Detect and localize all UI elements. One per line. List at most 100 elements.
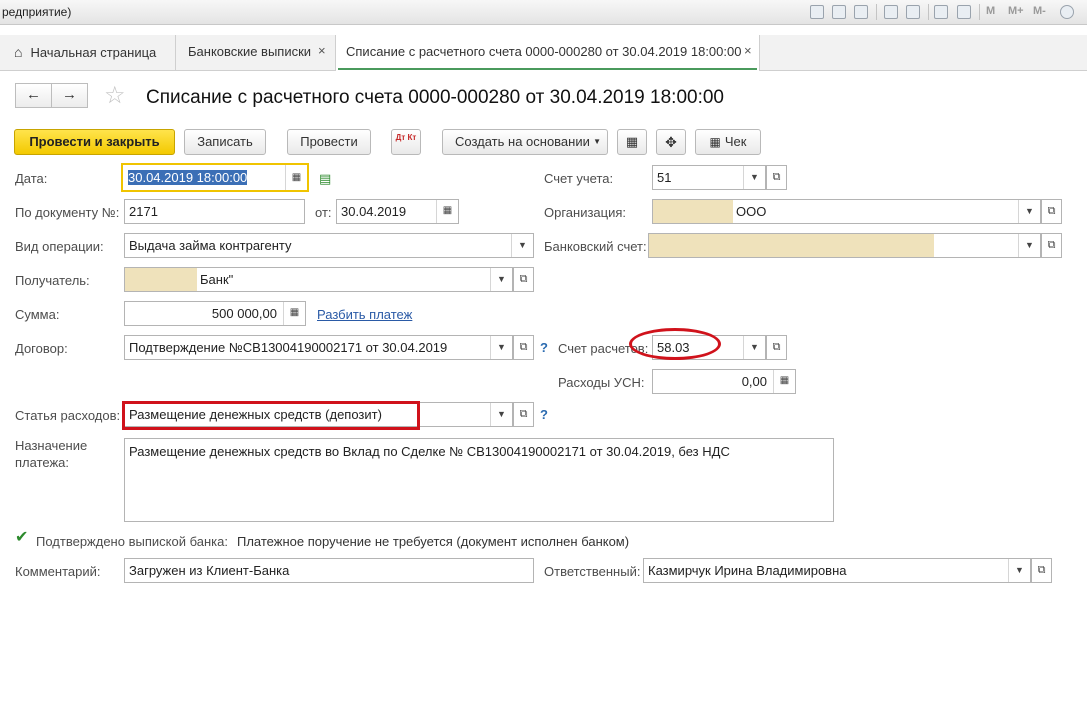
print-icon[interactable] [832,5,846,19]
post-and-close-button[interactable]: Провести и закрыть [14,129,175,155]
favorite-star-icon[interactable]: ☆ [104,84,126,108]
account-select[interactable]: 51 ▼ [652,165,766,190]
contract-label: Договор: [15,341,68,356]
purpose-label-line1: Назначение [15,438,88,453]
zoom-icon[interactable] [1060,5,1074,19]
chevron-down-icon[interactable]: ▼ [743,166,765,189]
tab-current-document[interactable]: Списание с расчетного счета 0000-000280 … [336,35,760,71]
calendar-icon[interactable]: ▦ [436,200,458,223]
open-bank-account-button[interactable]: ⧉ [1041,233,1062,258]
tab-bank-statements-label: Банковские выписки [188,44,312,59]
chevron-down-icon[interactable]: ▼ [1008,559,1030,582]
chevron-down-icon[interactable]: ▼ [1018,234,1040,257]
close-icon[interactable]: × [744,43,752,58]
chevron-down-icon[interactable]: ▼ [490,403,512,426]
usn-expense-field[interactable]: 0,00 ▦ [652,369,796,394]
account-value: 51 [657,170,672,185]
responsible-select[interactable]: Казмирчук Ирина Владимировна ▼ [643,558,1031,583]
date-field[interactable]: 30.04.2019 18:00:00 ▦ [121,163,309,192]
confirmed-checkbox[interactable]: ✔ [15,530,30,546]
chevron-down-icon[interactable]: ▼ [1018,200,1040,223]
open-org-button[interactable]: ⧉ [1041,199,1062,224]
close-icon[interactable]: × [318,43,326,58]
open-recipient-button[interactable]: ⧉ [513,267,534,292]
confirmed-label: Подтверждено выпиской банка: [36,534,228,549]
calendar-icon[interactable]: ▦ [285,165,307,190]
doc-date-value: 30.04.2019 [341,204,407,219]
confirmed-note: Платежное поручение не требуется (докуме… [237,534,630,549]
window-titlebar: редприятие) M M+ M- [0,0,1087,25]
memory-minus[interactable]: M- [1033,5,1046,17]
structure-icon[interactable]: ▦ [617,129,647,155]
open-settlement-account-button[interactable]: ⧉ [766,335,787,360]
memory-plus[interactable]: M+ [1008,5,1024,17]
tab-home[interactable]: ⌂ Начальная страница [0,35,176,70]
export-icon[interactable] [906,5,920,19]
tab-bank-statements[interactable]: Банковские выписки × [176,35,336,70]
date-note-icon[interactable]: ▤ [319,171,331,187]
open-account-button[interactable]: ⧉ [766,165,787,190]
org-label: Организация: [544,205,627,220]
comment-field[interactable]: Загружен из Клиент-Банка [124,558,534,583]
create-based-on-button[interactable]: Создать на основании ▼ [442,129,608,155]
chevron-down-icon[interactable]: ▼ [511,234,533,257]
chevron-down-icon[interactable]: ▼ [490,336,512,359]
tab-home-label: Начальная страница [30,45,157,60]
responsible-label: Ответственный: [544,564,641,579]
contract-help-icon[interactable]: ? [540,340,548,355]
attach-icon[interactable] [884,5,898,19]
receipt-button[interactable]: ▦ Чек [695,129,761,155]
split-payment-link[interactable]: Разбить платеж [317,307,412,322]
bank-account-label: Банковский счет: [544,239,647,254]
recipient-value: Банк" [200,272,234,287]
open-responsible-button[interactable]: ⧉ [1031,558,1052,583]
doc-date-field[interactable]: 30.04.2019 ▦ [336,199,459,224]
open-contract-button[interactable]: ⧉ [513,335,534,360]
comment-label: Комментарий: [15,564,101,579]
sum-value: 500 000,00 [211,306,277,321]
expense-help-icon[interactable]: ? [540,407,548,422]
account-label: Счет учета: [544,171,614,186]
paperclip-icon[interactable]: ✥ [656,129,686,155]
chevron-down-icon[interactable]: ▼ [743,336,765,359]
calculator-icon[interactable]: ▦ [773,370,795,393]
back-button[interactable]: ← [15,83,52,108]
bank-account-select[interactable]: ▼ [648,233,1041,258]
receipt-label: Чек [724,134,747,149]
window-title: редприятие) [2,5,72,19]
create-based-on-label: Создать на основании [455,134,590,149]
memory-m[interactable]: M [986,5,995,17]
doc-number-field[interactable]: 2171 [124,199,305,224]
purpose-textarea[interactable]: Размещение денежных средств во Вклад по … [124,438,834,522]
dt-kt-icon: Дт Кт [395,133,417,142]
date-label: Дата: [15,171,48,186]
doc-number-label: По документу №: [15,205,120,220]
usn-expense-value: 0,00 [741,374,767,389]
chevron-down-icon: ▼ [593,137,601,146]
recipient-select[interactable]: Банк" ▼ [124,267,513,292]
tab-current-document-label: Списание с расчетного счета 0000-000280 … [346,44,742,59]
tab-bar: ⌂ Начальная страница Банковские выписки ×… [0,35,1087,71]
preview-icon[interactable] [854,5,868,19]
responsible-value: Казмирчук Ирина Владимировна [648,563,847,578]
highlight-rectangle [122,401,420,430]
calculator-icon[interactable]: ▦ [283,302,305,325]
date-value: 30.04.2019 18:00:00 [128,170,248,185]
open-expense-button[interactable]: ⧉ [513,402,534,427]
chevron-down-icon[interactable]: ▼ [490,268,512,291]
calculator-icon[interactable] [934,5,948,19]
sum-field[interactable]: 500 000,00 ▦ [124,301,306,326]
sum-label: Сумма: [15,307,60,322]
purpose-label-line2: платежа: [15,455,69,470]
contract-select[interactable]: Подтверждение №CB13004190002171 от 30.04… [124,335,513,360]
dt-kt-button[interactable]: Дт Кт [391,129,421,155]
operation-select[interactable]: Выдача займа контрагенту ▼ [124,233,534,258]
calendar-icon[interactable] [957,5,971,19]
forward-button[interactable]: → [51,83,88,108]
post-button[interactable]: Провести [287,129,371,155]
page-title: Списание с расчетного счета 0000-000280 … [146,87,724,108]
org-select[interactable]: ООО ▼ [652,199,1041,224]
save-button[interactable]: Записать [184,129,266,155]
save-icon[interactable] [810,5,824,19]
operation-value: Выдача займа контрагенту [129,238,292,253]
